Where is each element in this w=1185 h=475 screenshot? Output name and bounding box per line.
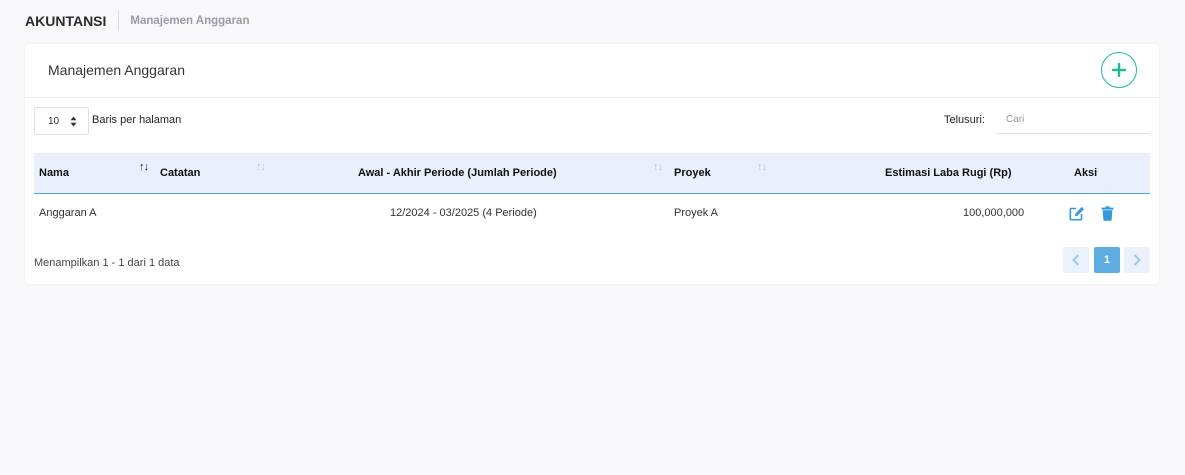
pagination-summary: Menampilkan 1 - 1 dari 1 data xyxy=(34,257,180,269)
col-header-catatan[interactable]: Catatan xyxy=(160,167,200,179)
sort-icon[interactable]: ↑↓ xyxy=(653,161,663,173)
cell-periode: 12/2024 - 03/2025 (4 Periode) xyxy=(390,207,537,219)
app-title: AKUNTANSI xyxy=(25,13,107,29)
add-budget-button[interactable] xyxy=(1101,52,1137,88)
delete-button[interactable] xyxy=(1099,205,1115,221)
card-header: Manajemen Anggaran xyxy=(25,44,1159,98)
next-page-button[interactable] xyxy=(1124,247,1150,273)
cell-estimasi: 100,000,000 xyxy=(963,207,1025,219)
col-header-aksi: Aksi xyxy=(1074,167,1098,179)
prev-page-button[interactable] xyxy=(1063,247,1089,273)
card-title: Manajemen Anggaran xyxy=(48,62,185,78)
cell-proyek: Proyek A xyxy=(674,207,719,219)
rows-per-page-value: 10 xyxy=(48,115,60,127)
topbar: AKUNTANSI Manajemen Anggaran xyxy=(25,11,249,31)
col-header-periode[interactable]: Awal - Akhir Periode (Jumlah Periode) xyxy=(358,167,557,179)
col-header-nama[interactable]: Nama xyxy=(39,167,69,179)
col-header-proyek[interactable]: Proyek xyxy=(674,167,711,179)
rows-per-page-select[interactable]: 10 xyxy=(34,107,89,135)
rows-per-page-label: Baris per halaman xyxy=(92,114,182,126)
trash-icon xyxy=(1101,205,1113,221)
sort-icon[interactable]: ↑↓ xyxy=(256,161,266,173)
sort-icon[interactable]: ↑↓ xyxy=(139,161,149,173)
budget-card: Manajemen Anggaran 10 Baris per halaman … xyxy=(25,44,1159,284)
search-label: Telusuri: xyxy=(944,114,985,126)
search-input[interactable] xyxy=(996,106,1150,134)
cell-nama: Anggaran A xyxy=(39,207,97,219)
sort-icon[interactable]: ↑↓ xyxy=(757,161,767,173)
edit-icon xyxy=(1069,206,1084,220)
edit-button[interactable] xyxy=(1069,205,1085,221)
table-header: Nama ↑↓ Catatan ↑↓ Awal - Akhir Periode … xyxy=(34,153,1150,194)
plus-icon xyxy=(1112,63,1126,77)
breadcrumb[interactable]: Manajemen Anggaran xyxy=(130,15,249,27)
caret-updown-icon xyxy=(70,116,77,127)
page-button-current[interactable]: 1 xyxy=(1094,247,1120,273)
title-divider xyxy=(118,11,120,31)
chevron-left-icon xyxy=(1072,254,1080,266)
col-header-estimasi[interactable]: Estimasi Laba Rugi (Rp) xyxy=(885,167,1012,179)
chevron-right-icon xyxy=(1133,254,1141,266)
